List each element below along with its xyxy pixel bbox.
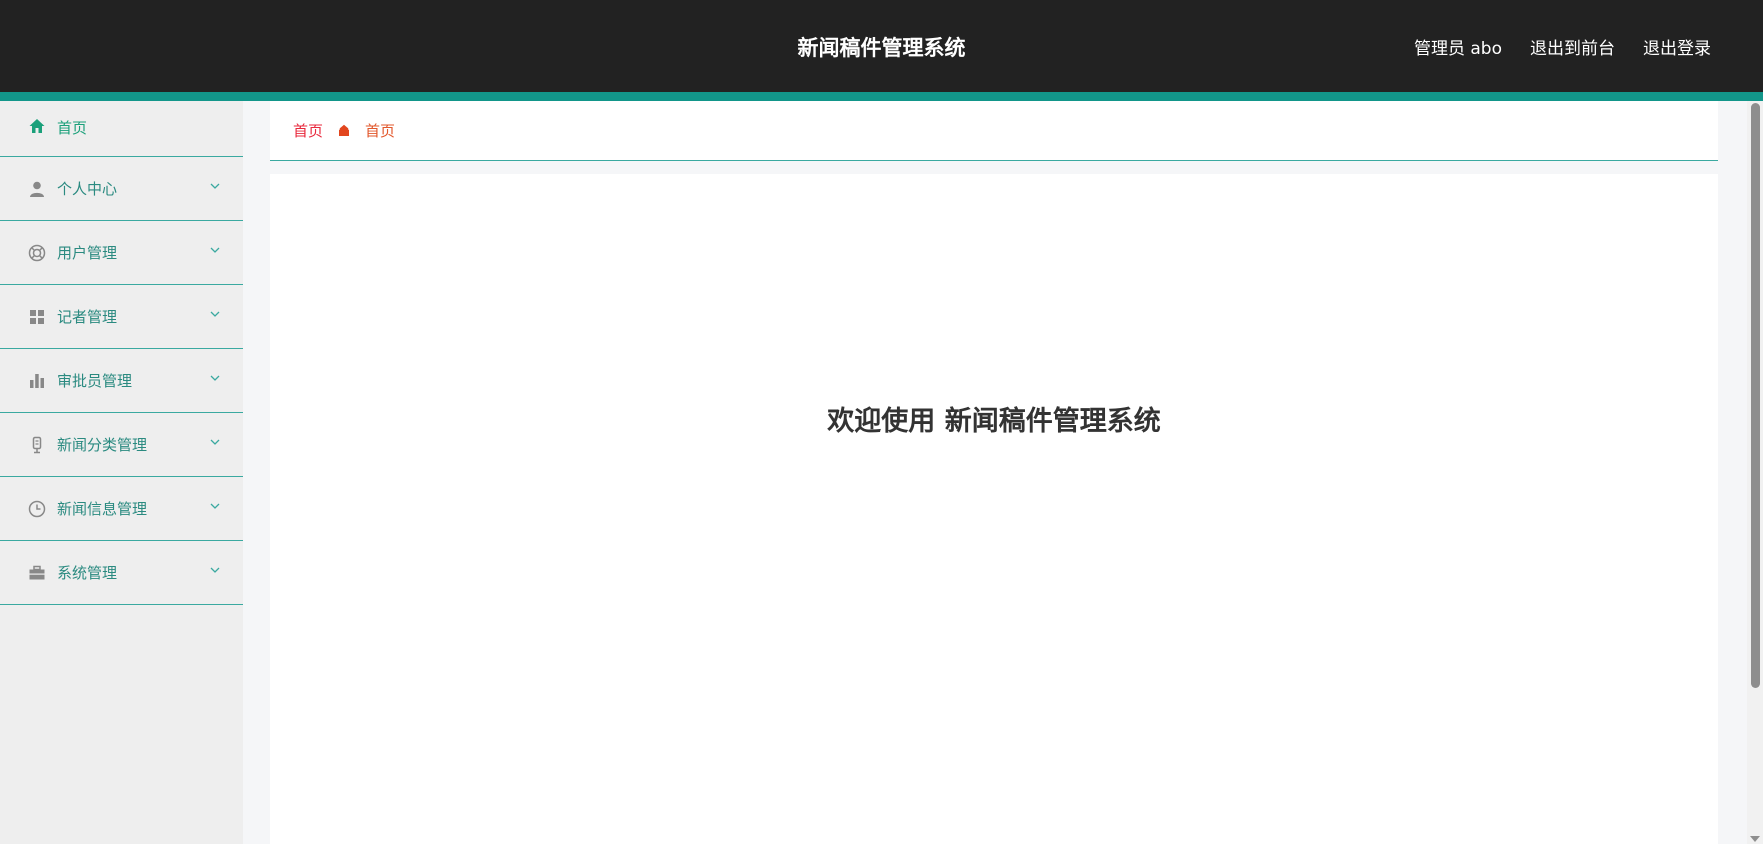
sidebar-item-label: 用户管理 [57, 244, 118, 262]
chevron-down-icon [210, 247, 220, 253]
microphone-icon [28, 436, 46, 454]
sidebar-item-label: 审批员管理 [57, 372, 133, 390]
sidebar-item-user-management[interactable]: 用户管理 [0, 221, 243, 285]
sidebar-item-personal-center[interactable]: 个人中心 [0, 157, 243, 221]
sidebar-item-system-management[interactable]: 系统管理 [0, 541, 243, 605]
top-header: 新闻稿件管理系统 管理员 abo 退出到前台 退出登录 [0, 0, 1763, 101]
sidebar-item-approver-management[interactable]: 审批员管理 [0, 349, 243, 413]
chevron-down-icon [210, 183, 220, 189]
home-icon [28, 117, 46, 135]
chevron-down-icon [210, 375, 220, 381]
app-root: 新闻稿件管理系统 管理员 abo 退出到前台 退出登录 首页 个人中心 用户管理… [0, 0, 1763, 844]
breadcrumb: 首页 首页 [270, 101, 1718, 161]
sidebar-item-home[interactable]: 首页 [0, 101, 243, 157]
scrollbar-thumb[interactable] [1751, 103, 1760, 688]
scroll-down-arrow-icon[interactable] [1750, 836, 1760, 842]
current-user-label[interactable]: 管理员 abo [1414, 34, 1502, 59]
clock-icon [28, 500, 46, 518]
logout-link[interactable]: 退出登录 [1643, 34, 1711, 59]
sidebar-item-label: 首页 [57, 119, 88, 137]
user-icon [28, 180, 46, 198]
sidebar-item-label: 系统管理 [57, 564, 118, 582]
sidebar-item-label: 个人中心 [57, 180, 118, 198]
grid-icon [28, 308, 46, 326]
chevron-down-icon [210, 567, 220, 573]
welcome-message: 欢迎使用 新闻稿件管理系统 [827, 406, 1161, 437]
sidebar-item-label: 新闻信息管理 [57, 500, 148, 518]
sidebar-item-news-category-management[interactable]: 新闻分类管理 [0, 413, 243, 477]
page-scrollbar[interactable] [1747, 101, 1763, 844]
back-to-front-link[interactable]: 退出到前台 [1530, 34, 1615, 59]
breadcrumb-current: 首页 [365, 122, 396, 140]
main-content: 欢迎使用 新闻稿件管理系统 [270, 174, 1718, 844]
sidebar-item-label: 新闻分类管理 [57, 436, 148, 454]
home-small-icon [337, 124, 351, 138]
chevron-down-icon [210, 439, 220, 445]
briefcase-icon [28, 564, 46, 582]
sidebar-item-reporter-management[interactable]: 记者管理 [0, 285, 243, 349]
header-actions: 管理员 abo 退出到前台 退出登录 [1414, 0, 1711, 92]
sidebar-item-label: 记者管理 [57, 308, 118, 326]
chevron-down-icon [210, 503, 220, 509]
breadcrumb-home-link[interactable]: 首页 [293, 120, 323, 141]
lifebuoy-icon [28, 244, 46, 262]
bar-chart-icon [28, 372, 46, 390]
sidebar-item-news-info-management[interactable]: 新闻信息管理 [0, 477, 243, 541]
sidebar: 首页 个人中心 用户管理 记者管理 审批员管理 新闻分类管理 新闻信息管理 系统… [0, 101, 243, 844]
header-accent-bar [0, 92, 1763, 101]
chevron-down-icon [210, 311, 220, 317]
